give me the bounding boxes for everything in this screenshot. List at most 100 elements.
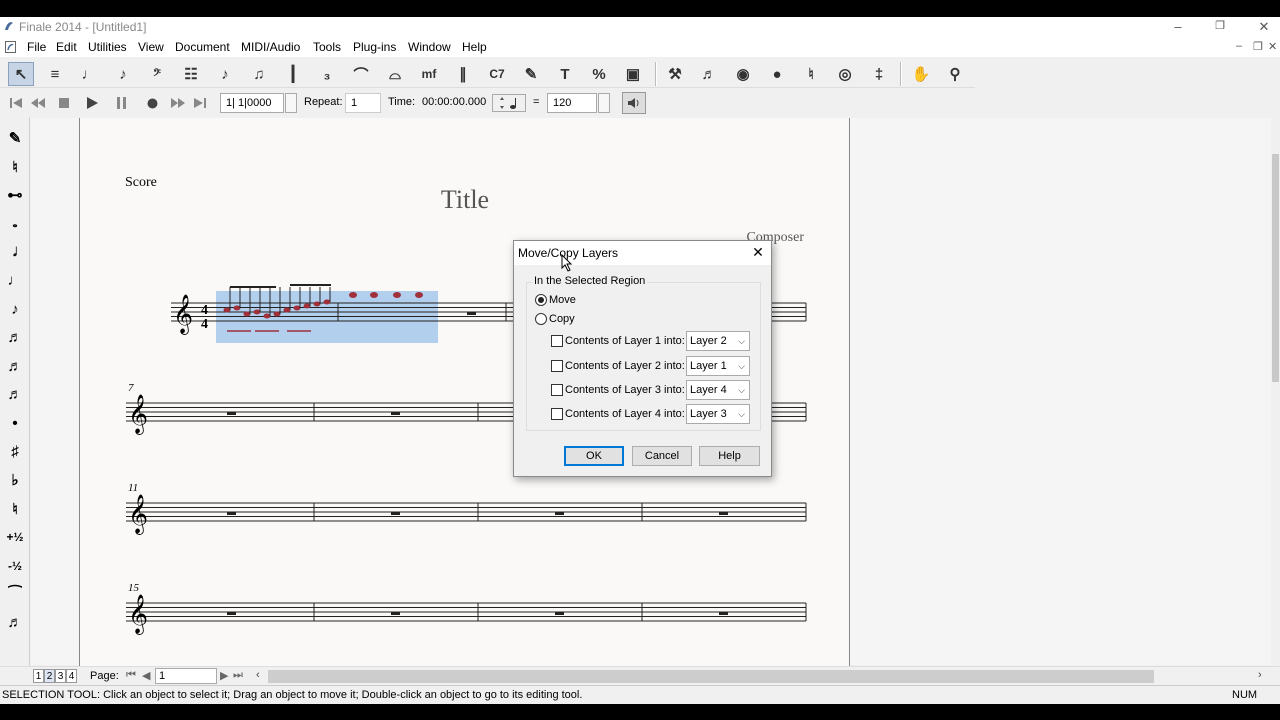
menu-window[interactable]: Window: [408, 40, 451, 54]
layer1-target-select[interactable]: Layer 2 ⌵: [686, 331, 750, 351]
zoom-magnifier-tool-icon[interactable]: ⚲: [942, 62, 968, 86]
layer-tab-4[interactable]: 4: [66, 669, 77, 683]
key-signature-tool-icon[interactable]: ☷: [178, 62, 204, 86]
next-page-icon[interactable]: ▶: [220, 669, 228, 682]
tuplet-tool-icon[interactable]: ₃: [314, 62, 340, 86]
tuplet-icon[interactable]: ♬: [2, 610, 28, 636]
minus-half-step-icon[interactable]: -½: [2, 553, 28, 579]
menu-midi-audio[interactable]: MIDI/Audio: [241, 40, 300, 54]
scroll-left-icon[interactable]: ‹: [256, 669, 260, 681]
dot-icon[interactable]: •: [2, 410, 28, 436]
dialog-close-icon[interactable]: ✕: [750, 244, 766, 260]
layer1-checkbox[interactable]: [551, 335, 563, 347]
menu-view[interactable]: View: [138, 40, 164, 54]
natural-icon[interactable]: ♮: [2, 496, 28, 522]
playback-position-field[interactable]: 1| 1|0000: [220, 93, 284, 113]
whole-note-icon[interactable]: 𝅝: [2, 211, 28, 237]
sharp-icon[interactable]: ♯: [2, 439, 28, 465]
simple-entry-tool-icon[interactable]: ♩: [76, 62, 102, 86]
expression-tool-icon[interactable]: mf: [416, 62, 442, 86]
stop-icon[interactable]: [54, 94, 74, 112]
eraser-icon[interactable]: ✎: [2, 125, 28, 151]
repeat-tool-icon[interactable]: ∥: [450, 62, 476, 86]
eighth-note-icon[interactable]: ♪: [2, 296, 28, 322]
layer4-target-select[interactable]: Layer 3 ⌵: [686, 404, 750, 424]
menu-document[interactable]: Document: [175, 40, 230, 54]
prev-page-icon[interactable]: ◀: [142, 669, 150, 682]
copy-radio[interactable]: [535, 313, 547, 325]
close-window-button[interactable]: ✕: [1242, 17, 1280, 37]
speaker-settings-icon[interactable]: [622, 92, 646, 114]
tempo-spinner[interactable]: [598, 93, 610, 113]
sixtyfourth-note-icon[interactable]: ♬: [2, 382, 28, 408]
staff-tool-icon[interactable]: ≡: [42, 62, 68, 86]
resize-tool-icon[interactable]: %: [586, 62, 612, 86]
move-radio-label[interactable]: Move: [549, 294, 576, 306]
mirror-tool-icon[interactable]: ♮: [798, 62, 824, 86]
forward-to-end-icon[interactable]: [190, 94, 210, 112]
lyrics-tool-icon[interactable]: ✎: [518, 62, 544, 86]
rewind-to-start-icon[interactable]: [6, 94, 26, 112]
midi-tool-icon[interactable]: ♬: [696, 62, 722, 86]
last-page-icon[interactable]: ⏭: [233, 669, 243, 682]
horizontal-scroll-thumb[interactable]: [268, 670, 1154, 683]
mdi-close-button[interactable]: ✕: [1268, 40, 1277, 53]
selection-tool-icon[interactable]: ↖: [8, 62, 34, 86]
repeat-select[interactable]: 1: [345, 93, 381, 113]
text-tool-icon[interactable]: T: [552, 62, 578, 86]
layer-tab-2[interactable]: 2: [44, 669, 55, 683]
menu-plug-ins[interactable]: Plug-ins: [353, 40, 396, 54]
layer4-checkbox[interactable]: [551, 408, 563, 420]
sixteenth-note-icon[interactable]: ♬: [2, 325, 28, 351]
clef-tool-icon[interactable]: 𝄢: [144, 62, 170, 86]
layer1-label[interactable]: Contents of Layer 1 into:: [565, 335, 685, 347]
document-icon[interactable]: [4, 40, 17, 54]
play-icon[interactable]: [82, 94, 102, 112]
note-mover-tool-icon[interactable]: ♫: [246, 62, 272, 86]
vertical-scroll-thumb[interactable]: [1272, 154, 1279, 382]
menu-file[interactable]: File: [27, 40, 46, 54]
pause-icon[interactable]: [112, 94, 132, 112]
flat-icon[interactable]: ♭: [2, 467, 28, 493]
vertical-scrollbar[interactable]: [1271, 118, 1280, 666]
move-radio[interactable]: [535, 294, 547, 306]
page-number-field[interactable]: 1: [155, 668, 217, 684]
speedy-entry-tool-icon[interactable]: ♪: [110, 62, 136, 86]
first-page-icon[interactable]: ⏮: [126, 669, 136, 682]
tie-icon[interactable]: ⊷: [2, 182, 28, 208]
articulation-tool-icon[interactable]: ⌓: [382, 62, 408, 86]
tempo-field[interactable]: 120: [547, 93, 597, 113]
menu-edit[interactable]: Edit: [56, 40, 77, 54]
layer3-label[interactable]: Contents of Layer 3 into:: [565, 384, 685, 396]
restore-button[interactable]: ❐: [1198, 17, 1242, 37]
menu-utilities[interactable]: Utilities: [88, 40, 127, 54]
rewind-icon[interactable]: [28, 94, 48, 112]
layer4-label[interactable]: Contents of Layer 4 into:: [565, 408, 685, 420]
minimize-button[interactable]: –: [1156, 17, 1200, 37]
layer3-target-select[interactable]: Layer 4 ⌵: [686, 380, 750, 400]
time-signature-tool-icon[interactable]: ♪: [212, 62, 238, 86]
mdi-minimize-button[interactable]: –: [1236, 40, 1242, 52]
scroll-right-icon[interactable]: ›: [1258, 669, 1262, 681]
hand-grabber-tool-icon[interactable]: ✋: [908, 62, 934, 86]
mdi-restore-button[interactable]: ❐: [1253, 40, 1263, 53]
help-button[interactable]: Help: [699, 446, 760, 466]
layer-tab-3[interactable]: 3: [55, 669, 66, 683]
layer3-checkbox[interactable]: [551, 384, 563, 396]
page-layout-tool-icon[interactable]: ●: [764, 62, 790, 86]
copy-radio-label[interactable]: Copy: [549, 313, 575, 325]
thirtysecond-note-icon[interactable]: ♬: [2, 353, 28, 379]
position-spinner[interactable]: [285, 93, 297, 113]
graphics-tool-icon[interactable]: ▣: [620, 62, 646, 86]
layer2-checkbox[interactable]: [551, 360, 563, 372]
cancel-button[interactable]: Cancel: [632, 446, 692, 466]
half-note-icon[interactable]: 𝅗𝅥: [2, 239, 28, 265]
plus-half-step-icon[interactable]: +½: [2, 524, 28, 550]
half-step-icon[interactable]: ♮: [2, 154, 28, 180]
zoom-tool-icon[interactable]: ‡: [866, 62, 892, 86]
fast-forward-icon[interactable]: [168, 94, 188, 112]
tempo-note-selector[interactable]: [492, 94, 526, 112]
layer2-label[interactable]: Contents of Layer 2 into:: [565, 360, 685, 372]
tie-icon[interactable]: ⁀: [2, 581, 28, 607]
menu-tools[interactable]: Tools: [313, 40, 341, 54]
